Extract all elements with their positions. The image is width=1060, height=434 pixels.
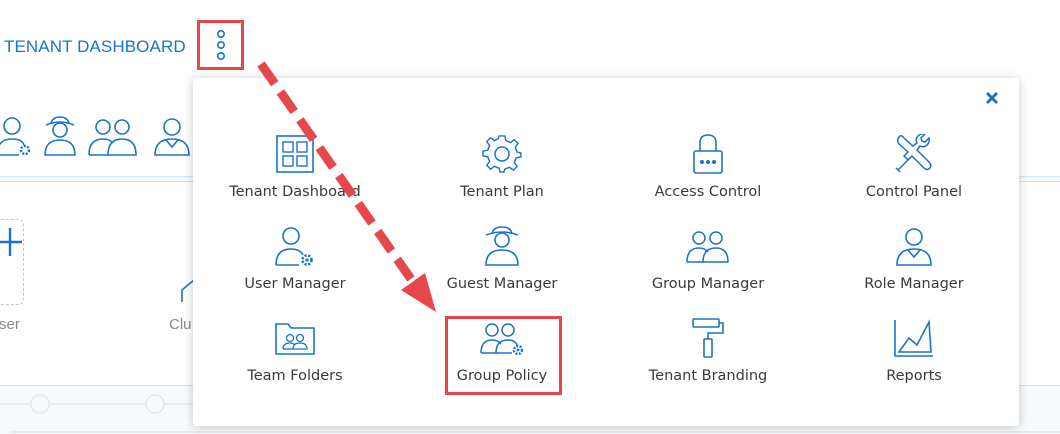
close-button[interactable] xyxy=(982,90,1002,110)
menu-item-role-manager[interactable]: Role Manager xyxy=(814,224,1014,304)
user-gear-icon[interactable] xyxy=(0,115,34,157)
plus-icon xyxy=(0,228,22,256)
menu-item-label: User Manager xyxy=(244,276,346,292)
group-icon[interactable] xyxy=(88,115,140,157)
guest-icon[interactable] xyxy=(42,115,78,157)
menu-item-reports[interactable]: Reports xyxy=(814,316,1014,396)
menu-item-tenant-dashboard[interactable]: Tenant Dashboard xyxy=(195,132,395,212)
guest-icon xyxy=(485,226,519,266)
role-icon xyxy=(896,228,932,266)
role-icon[interactable] xyxy=(152,115,192,157)
menu-item-access-control[interactable]: Access Control xyxy=(608,132,808,212)
cluster-label: Clu xyxy=(169,316,192,333)
menu-item-label: Team Folders xyxy=(247,368,343,384)
menu-item-guest-manager[interactable]: Guest Manager xyxy=(402,224,602,304)
menu-item-user-manager[interactable]: User Manager xyxy=(195,224,395,304)
menu-item-label: Guest Manager xyxy=(446,276,558,292)
menu-item-label: Group Manager xyxy=(651,276,765,292)
menu-item-label: Role Manager xyxy=(864,276,964,292)
user-gear-icon xyxy=(275,227,313,266)
app-menu-popup: Tenant Dashboard Tenant Plan Access Cont… xyxy=(193,78,1019,426)
menu-item-control-panel[interactable]: Control Panel xyxy=(814,132,1014,212)
gear-icon xyxy=(482,135,522,173)
tools-icon xyxy=(895,134,932,173)
menu-item-label: Control Panel xyxy=(865,184,963,200)
menu-item-label: Tenant Branding xyxy=(648,368,768,384)
menu-item-label: Tenant Plan xyxy=(460,184,544,200)
menu-item-tenant-plan[interactable]: Tenant Plan xyxy=(402,132,602,212)
lock-icon xyxy=(693,134,723,174)
menu-item-tenant-branding[interactable]: Tenant Branding xyxy=(608,316,808,396)
menu-item-label: Access Control xyxy=(654,184,762,200)
menu-item-group-manager[interactable]: Group Manager xyxy=(608,224,808,304)
menu-item-team-folders[interactable]: Team Folders xyxy=(195,316,395,396)
team-folder-icon xyxy=(275,323,315,355)
vertical-dots-icon xyxy=(216,29,225,60)
group-icon xyxy=(686,231,729,263)
grid-icon xyxy=(276,135,314,173)
add-user-label: ser xyxy=(0,316,20,333)
close-icon xyxy=(985,91,999,105)
group-policy-highlight xyxy=(445,316,562,395)
menu-item-label: Tenant Dashboard xyxy=(229,184,361,200)
chart-icon xyxy=(894,319,933,357)
paint-roller-icon xyxy=(692,318,724,358)
menu-item-label: Reports xyxy=(886,368,942,384)
page-title: TENANT DASHBOARD xyxy=(4,37,186,56)
more-menu-button[interactable] xyxy=(197,20,244,70)
